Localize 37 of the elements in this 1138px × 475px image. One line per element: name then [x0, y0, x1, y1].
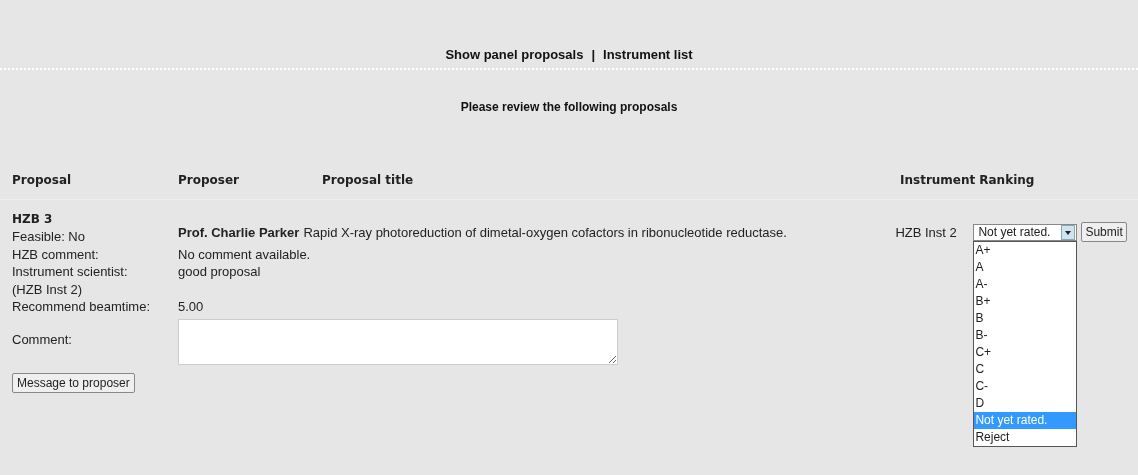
column-header: Proposal title: [322, 173, 415, 187]
detail-value: No comment available.: [178, 245, 312, 263]
dropdown-option[interactable]: A-: [974, 276, 1077, 293]
proposer-name: Prof. Charlie Parker: [178, 224, 300, 240]
nav-link[interactable]: Show panel proposals: [445, 47, 584, 62]
dropdown-option[interactable]: B+: [974, 293, 1077, 310]
instrument-name: HZB Inst 2: [895, 224, 958, 240]
submit-button[interactable]: Submit: [1081, 222, 1127, 242]
message-button[interactable]: Message to proposer: [12, 372, 135, 393]
column-header: Proposal: [12, 173, 73, 187]
detail-value: good proposal: [178, 263, 262, 281]
detail-label: (HZB Inst 2): [12, 280, 84, 298]
page-heading: Please review the following proposals: [459, 100, 679, 114]
detail-label: HZB comment:: [12, 245, 100, 263]
dropdown-option[interactable]: C+: [974, 344, 1077, 361]
proposal-title: Rapid X-ray photoreduction of dimetal-oxygen cofactors in ribonucleotide reductase.: [303, 224, 788, 240]
detail-label: Instrument scientist:: [12, 263, 129, 281]
nav-separator: |: [591, 47, 595, 62]
dropdown-option[interactable]: C: [974, 361, 1077, 378]
dropdown-option[interactable]: A: [974, 259, 1077, 276]
ranking-dropdown[interactable]: Not yet rated.: [973, 223, 1078, 241]
dropdown-option[interactable]: B: [974, 310, 1077, 327]
column-header: Instrument: [900, 173, 976, 187]
detail-label: Recommend beamtime:: [12, 298, 151, 316]
comment-label: Comment:: [12, 331, 73, 349]
nav-link[interactable]: Instrument list: [603, 47, 693, 62]
detail-value: 5.00: [178, 298, 205, 316]
column-header: Proposer: [178, 173, 240, 187]
detail-label: Feasible: No: [12, 228, 86, 246]
proposal-id: HZB 3: [12, 212, 54, 226]
dropdown-option[interactable]: Reject: [974, 429, 1077, 446]
column-header: Ranking: [979, 173, 1035, 187]
dropdown-option[interactable]: A+: [974, 242, 1077, 259]
comment-field[interactable]: [178, 318, 618, 365]
dropdown-option[interactable]: B-: [974, 327, 1077, 344]
dropdown-option[interactable]: D: [974, 395, 1077, 412]
dropdown-option[interactable]: C-: [974, 378, 1077, 395]
